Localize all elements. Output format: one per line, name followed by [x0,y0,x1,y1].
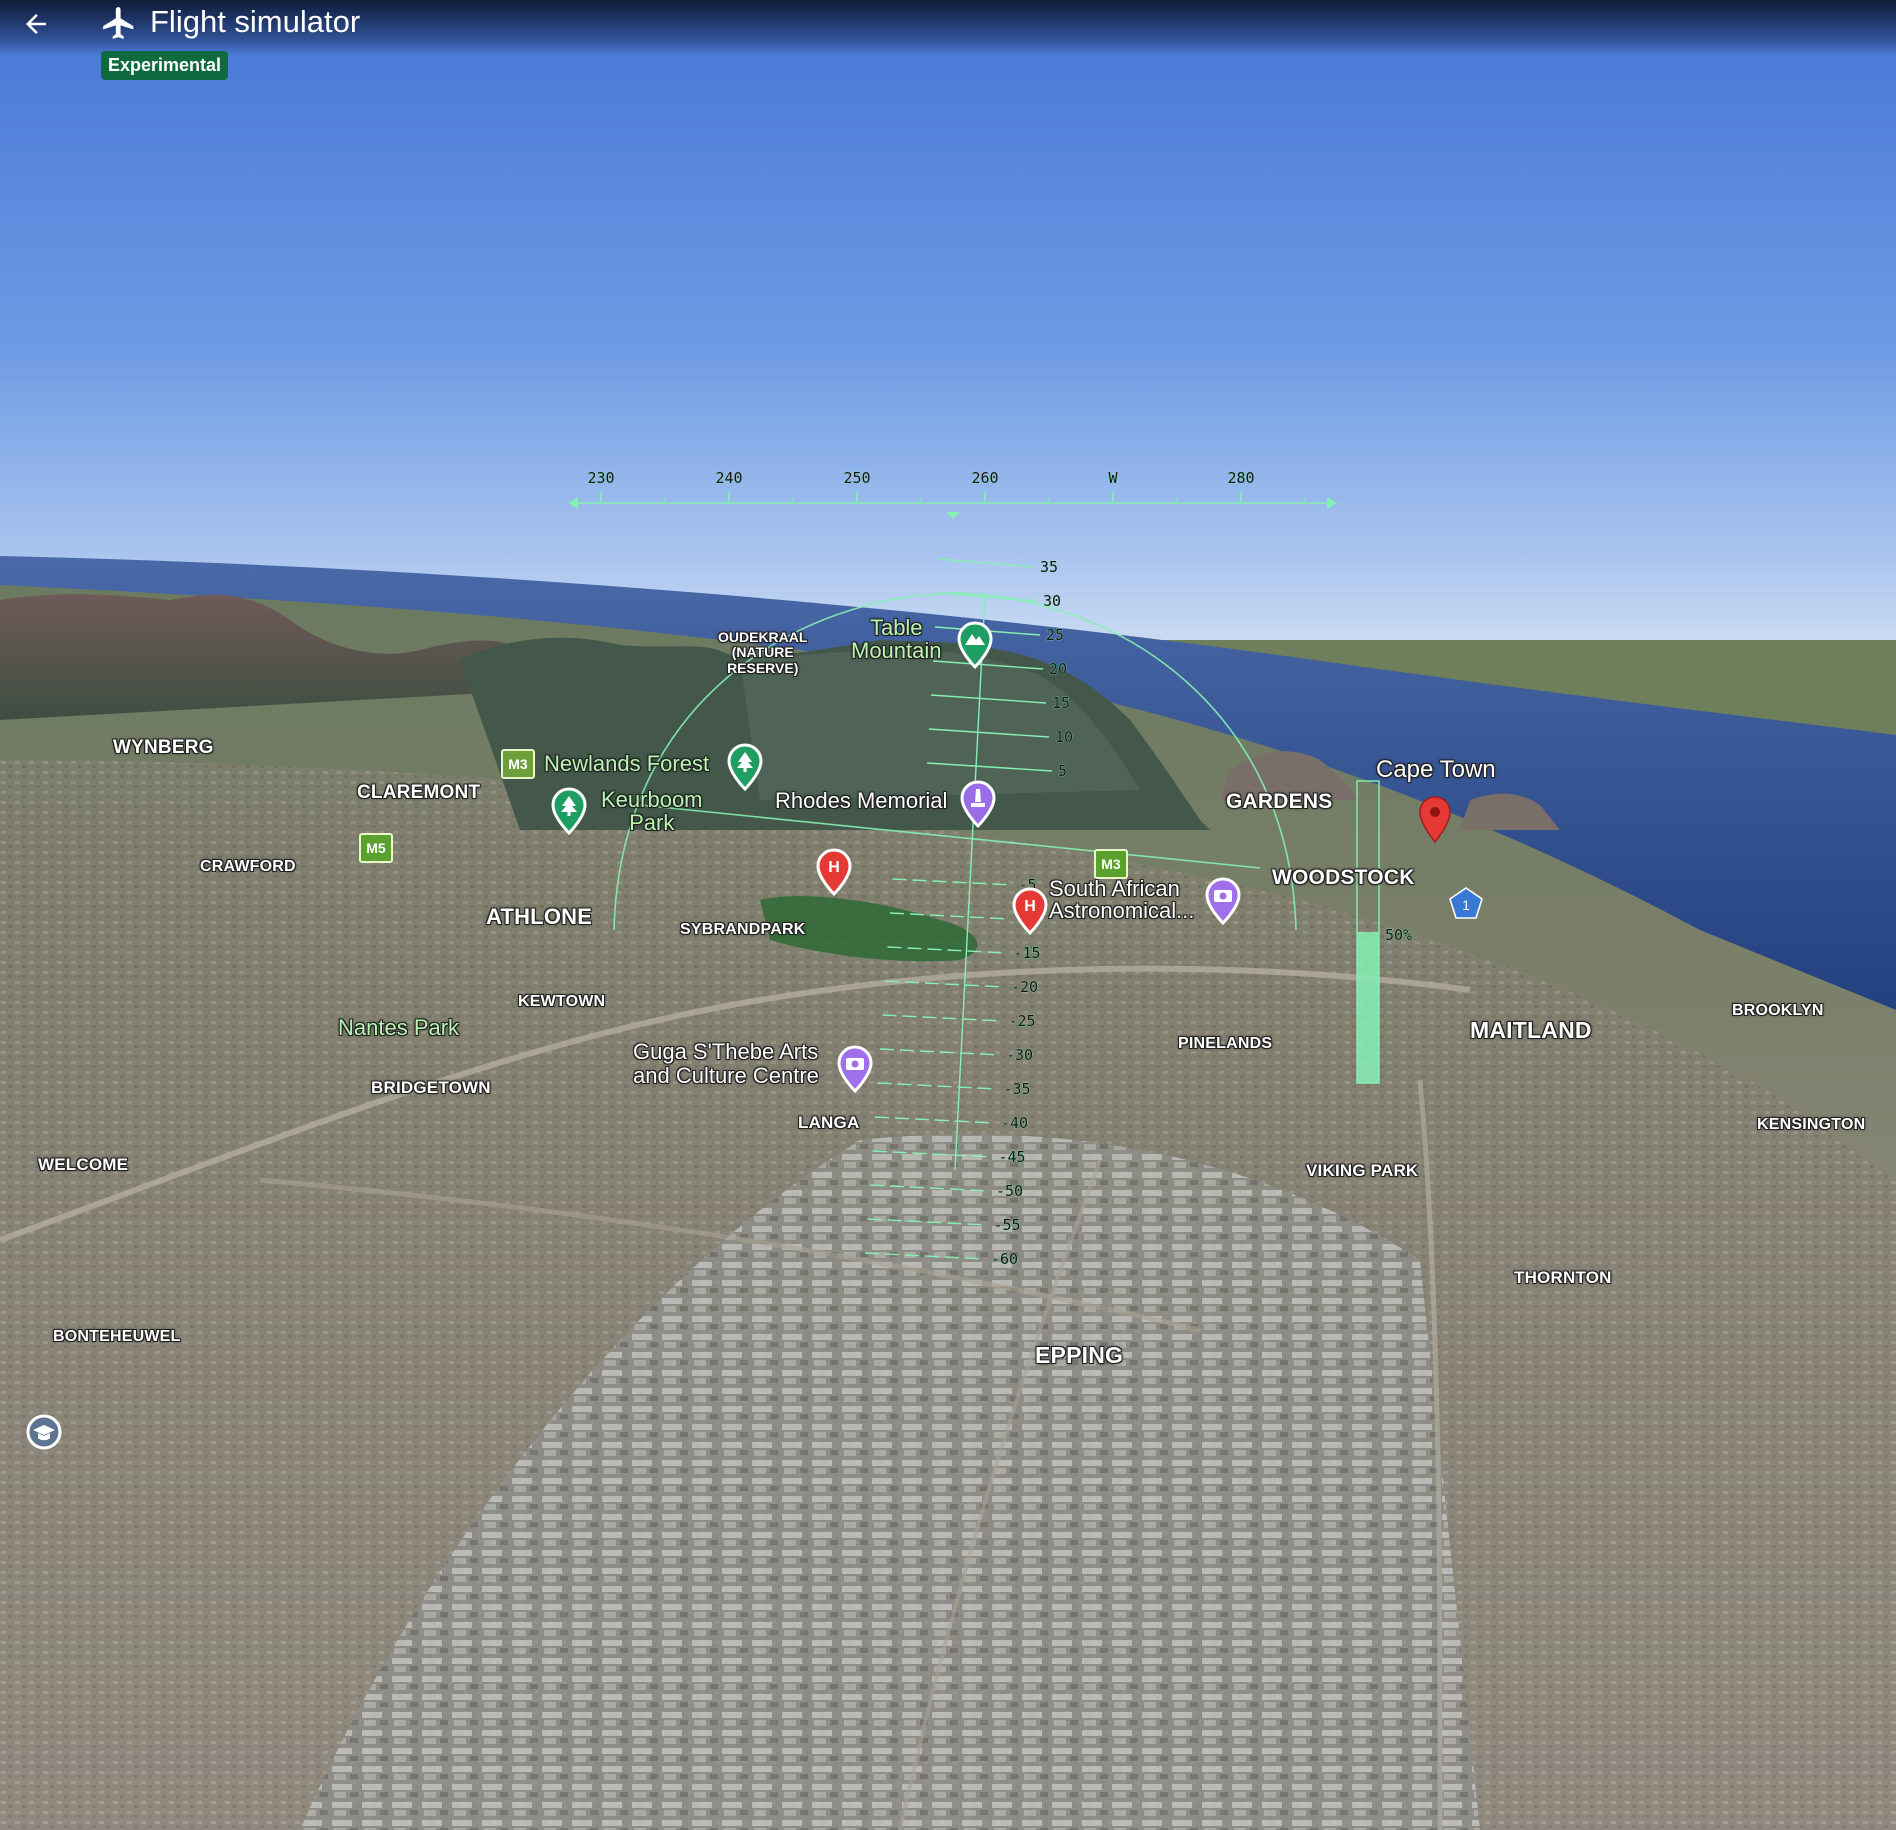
guga-sthebe-pin[interactable] [835,1045,875,1093]
back-button[interactable] [16,4,56,44]
hospital-label: H [1024,898,1036,915]
label-table-mountain[interactable]: Table Mountain [851,616,942,662]
mountain-icon [957,621,993,669]
label-brooklyn[interactable]: BROOKLYN [1732,1002,1824,1020]
app-title: Flight simulator [150,4,361,39]
label-cape-town[interactable]: Cape Town [1376,756,1496,784]
map-viewport[interactable]: 230240250260W280 3530252015105-5-10-15-2… [0,0,1896,1830]
n1-label: 1 [1462,897,1470,913]
arrow-left-icon [26,14,46,34]
label-kewtown[interactable]: KEWTOWN [518,993,605,1011]
label-nantes-park[interactable]: Nantes Park [338,1015,459,1041]
location-pin-icon [1419,796,1451,844]
label-pinelands[interactable]: PINELANDS [1178,1035,1272,1053]
label-maitland[interactable]: MAITLAND [1470,1017,1592,1044]
label-wynberg[interactable]: WYNBERG [113,737,214,759]
label-rhodes-memorial[interactable]: Rhodes Memorial [775,788,947,814]
label-guga-sthebe[interactable]: Guga S'Thebe Arts and Culture Centre [633,1039,819,1089]
table-mountain-pin[interactable] [955,621,995,669]
hospital-label: H [828,859,840,876]
rhodes-memorial-pin[interactable] [958,780,998,828]
camera-icon [1205,877,1241,925]
route-m5-shield[interactable]: M5 [359,833,393,863]
pentagon-shield-icon: 1 [1449,887,1483,919]
label-epping[interactable]: EPPING [1035,1342,1123,1369]
label-saao[interactable]: South African Astronomical... [1049,878,1195,922]
hospital-icon: H [1012,887,1048,935]
saao-line-2: Astronomical... [1049,898,1195,923]
school-pin[interactable] [24,1412,64,1456]
table-mountain-line-2: Mountain [851,638,942,664]
monument-icon [960,780,996,828]
label-claremont[interactable]: CLAREMONT [357,782,480,804]
camera-icon [837,1045,873,1093]
hospital-pin-observatory[interactable]: H [1010,887,1050,935]
newlands-forest-pin[interactable] [725,743,765,791]
label-thornton[interactable]: THORNTON [1514,1268,1612,1288]
label-welcome[interactable]: WELCOME [38,1155,128,1175]
tree-icon [551,787,587,835]
route-m3-shield[interactable]: M3 [501,749,535,779]
saao-line-1: South African [1049,876,1180,901]
airplane-icon [103,7,134,39]
label-langa[interactable]: LANGA [798,1113,859,1133]
label-newlands-forest[interactable]: Newlands Forest [544,751,709,777]
label-woodstock[interactable]: WOODSTOCK [1272,866,1415,890]
label-gardens[interactable]: GARDENS [1226,790,1332,814]
label-keurboom-park[interactable]: Keurboom Park [601,788,703,834]
keurboom-line-1: Keurboom [601,787,703,812]
label-crawford[interactable]: CRAWFORD [200,858,296,876]
graduation-cap-icon [26,1414,62,1450]
route-n1-shield[interactable]: 1 [1448,886,1484,920]
guga-line-1: Guga S'Thebe Arts [633,1039,819,1064]
label-kensington[interactable]: KENSINGTON [1757,1116,1865,1134]
label-athlone[interactable]: ATHLONE [486,904,592,930]
route-m3-shield-east[interactable]: M3 [1094,849,1128,879]
cape-town-pin[interactable] [1417,796,1453,844]
satellite-scene [0,0,1896,1830]
keurboom-line-2: Park [629,810,675,836]
reserve-line-2: (NATURE [731,644,794,661]
saao-pin[interactable] [1203,877,1243,925]
tree-icon [727,743,763,791]
experimental-badge: Experimental [101,51,229,80]
table-mountain-line-1: Table [869,615,923,640]
hospital-pin-sybrandpark[interactable]: H [814,848,854,896]
label-bonteheuwel[interactable]: BONTEHEUWEL [53,1328,181,1346]
hospital-icon: H [816,848,852,896]
reserve-line-3: RESERVE) [727,659,799,676]
keurboom-park-pin[interactable] [549,787,589,835]
label-viking-park[interactable]: VIKING PARK [1306,1161,1418,1181]
label-bridgetown[interactable]: BRIDGETOWN [371,1078,491,1098]
label-oudekraal-reserve[interactable]: OUDEKRAAL (NATURE RESERVE) [718,629,807,676]
guga-line-2: and Culture Centre [633,1063,819,1089]
label-sybrandpark[interactable]: SYBRANDPARK [680,921,805,939]
